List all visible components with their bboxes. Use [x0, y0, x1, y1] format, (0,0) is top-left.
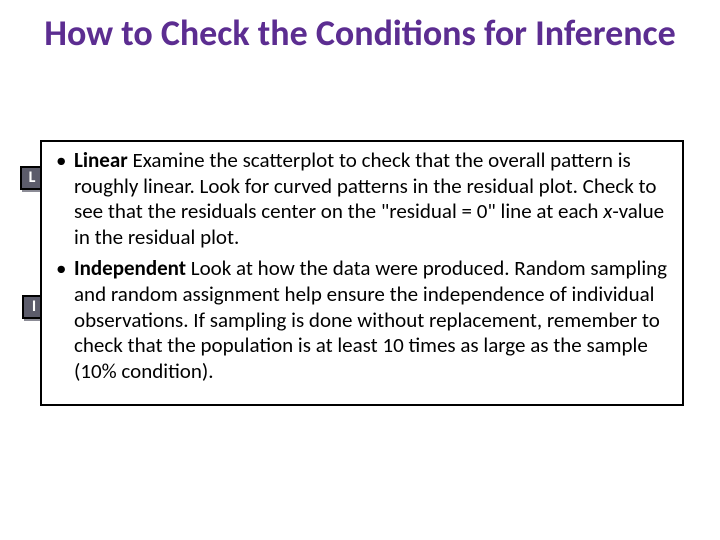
- bullet-linear-term: x: [603, 198, 612, 224]
- conditions-box: • Linear Examine the scatterplot to chec…: [40, 140, 684, 406]
- bullet-independent: • Independent Look at how the data were …: [54, 256, 670, 384]
- bullet-linear-label: Linear: [74, 147, 128, 173]
- bullet-dot-icon: •: [54, 148, 74, 250]
- page-title: How to Check the Conditions for Inferenc…: [0, 0, 720, 64]
- slide: How to Check the Conditions for Inferenc…: [0, 0, 720, 540]
- bullet-independent-body: Independent Look at how the data were pr…: [74, 256, 670, 384]
- bullet-dot-icon: •: [54, 256, 74, 384]
- bullet-linear-body: Linear Examine the scatterplot to check …: [74, 148, 670, 250]
- bullet-linear: • Linear Examine the scatterplot to chec…: [54, 148, 670, 250]
- bullet-independent-label: Independent: [74, 255, 186, 281]
- bullet-linear-text-a: Examine the scatterplot to check that th…: [74, 147, 656, 224]
